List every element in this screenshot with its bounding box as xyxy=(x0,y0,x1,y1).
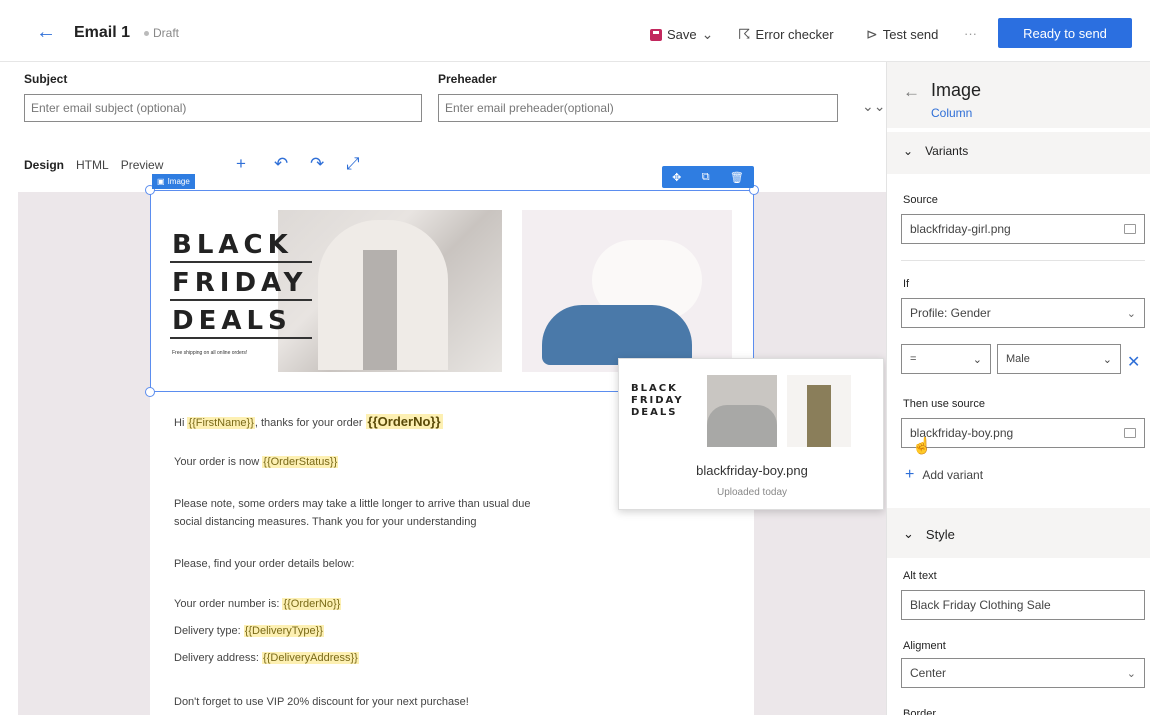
status-line: Your order is now {{OrderStatus}} xyxy=(174,456,339,468)
error-checker-icon: ☈ xyxy=(738,26,751,42)
test-send-button[interactable]: ⊳ Test send xyxy=(866,26,938,43)
note-line-1: Please note, some orders may take a litt… xyxy=(174,498,531,510)
subject-label: Subject xyxy=(24,72,68,86)
greeting-line: Hi {{FirstName}}, thanks for your order … xyxy=(174,414,443,429)
tab-html[interactable]: HTML xyxy=(76,158,109,172)
test-send-label: Test send xyxy=(882,27,939,42)
image-picker-popover[interactable]: BLACK FRIDAY DEALS blackfriday-boy.png U… xyxy=(618,358,884,510)
orderno-tag[interactable]: {{OrderNo}} xyxy=(365,414,443,429)
add-icon[interactable]: + xyxy=(236,154,246,174)
delivery-address-line: Delivery address: {{DeliveryAddress}} xyxy=(174,652,359,664)
editor-tabs: Design HTML Preview xyxy=(24,158,163,172)
tab-preview[interactable]: Preview xyxy=(121,158,164,172)
resize-handle[interactable] xyxy=(145,387,155,397)
operator-select[interactable]: = ⌄ xyxy=(901,344,991,374)
back-arrow-icon[interactable]: ← xyxy=(36,22,56,42)
preheader-input[interactable]: Enter email preheader(optional) xyxy=(438,94,838,122)
save-label: Save xyxy=(667,27,697,42)
details-line: Please, find your order details below: xyxy=(174,558,355,570)
alignment-label: Aligment xyxy=(903,640,946,652)
top-toolbar: ← Email 1 Draft Save ⌄ ☈ Error checker ⊳… xyxy=(0,0,1150,62)
deliveryaddress-tag[interactable]: {{DeliveryAddress}} xyxy=(262,652,359,664)
tab-design[interactable]: Design xyxy=(24,158,64,172)
orderstatus-tag[interactable]: {{OrderStatus}} xyxy=(262,456,339,468)
delivery-type-line: Delivery type: {{DeliveryType}} xyxy=(174,625,324,637)
source-input[interactable]: blackfriday-girl.png xyxy=(901,214,1145,244)
add-variant-button[interactable]: + Add variant xyxy=(905,466,983,484)
move-icon[interactable]: ✥ xyxy=(672,171,681,184)
collapse-chevron-icon[interactable]: ⌄⌄ xyxy=(862,98,885,115)
panel-title: Image xyxy=(931,80,982,100)
popover-thumbnail-boy xyxy=(707,375,777,447)
remove-condition-icon[interactable]: ✕ xyxy=(1127,352,1140,372)
duplicate-icon[interactable]: ⧉ xyxy=(702,171,710,184)
panel-subtitle[interactable]: Column xyxy=(931,106,972,120)
style-section-header[interactable]: ⌄ Style xyxy=(903,526,955,542)
error-checker-button[interactable]: ☈ Error checker xyxy=(738,26,834,43)
plus-icon: + xyxy=(905,466,915,483)
deliverytype-tag[interactable]: {{DeliveryType}} xyxy=(243,625,324,637)
popover-file-name: blackfriday-boy.png xyxy=(696,463,808,478)
more-button[interactable]: ··· xyxy=(964,26,977,41)
image-picker-icon[interactable] xyxy=(1124,428,1136,438)
chevron-down-icon: ⌄ xyxy=(1126,307,1136,320)
chevron-down-icon: ⌄ xyxy=(701,26,714,42)
chevron-down-icon: ⌄ xyxy=(1126,667,1136,680)
if-condition-select[interactable]: Profile: Gender ⌄ xyxy=(901,298,1145,328)
image-icon: ▣ xyxy=(157,177,165,186)
alt-text-input[interactable]: Black Friday Clothing Sale xyxy=(901,590,1145,620)
chevron-down-icon: ⌄ xyxy=(1102,353,1112,366)
discount-line: Don't forget to use VIP 20% discount for… xyxy=(174,696,469,708)
preheader-label: Preheader xyxy=(438,72,497,86)
if-label: If xyxy=(903,278,910,290)
popover-thumbnail-pants xyxy=(787,375,851,447)
chevron-down-icon: ⌄ xyxy=(972,353,982,366)
image-block-chip: ▣ Image xyxy=(152,174,195,189)
expand-icon[interactable]: ⤢ xyxy=(346,154,360,174)
error-checker-label: Error checker xyxy=(755,27,834,42)
delete-icon[interactable]: 🗑 xyxy=(730,171,744,184)
border-label: Border xyxy=(903,708,937,715)
gender-value-select[interactable]: Male ⌄ xyxy=(997,344,1121,374)
hand-cursor-icon: ☝ xyxy=(912,438,932,455)
save-button[interactable]: Save ⌄ xyxy=(650,26,713,43)
panel-back-icon[interactable]: ← xyxy=(903,82,920,102)
popover-thumbnail-text: BLACK FRIDAY DEALS xyxy=(631,383,684,418)
popover-uploaded: Uploaded today xyxy=(716,487,788,498)
email-title: Email 1 xyxy=(74,24,131,41)
source-label: Source xyxy=(903,194,938,206)
chevron-down-icon: ⌄ xyxy=(903,144,914,158)
note-line-2: social distancing measures. Thank you fo… xyxy=(174,516,477,528)
firstname-tag[interactable]: {{FirstName}} xyxy=(187,417,255,429)
then-use-source-label: Then use source xyxy=(903,398,985,410)
undo-icon[interactable]: ↶ xyxy=(274,154,288,174)
save-icon xyxy=(650,28,662,41)
subject-input[interactable]: Enter email subject (optional) xyxy=(24,94,422,122)
image-chip-label: Image xyxy=(167,177,190,186)
ready-to-send-button[interactable]: Ready to send xyxy=(998,18,1132,48)
redo-icon[interactable]: ↷ xyxy=(310,154,324,174)
orderno-tag[interactable]: {{OrderNo}} xyxy=(282,598,342,610)
block-actions: ✥ ⧉ 🗑 xyxy=(662,166,754,188)
alt-text-label: Alt text xyxy=(903,570,937,582)
then-source-input[interactable]: blackfriday-boy.png xyxy=(901,418,1145,448)
chevron-down-icon: ⌄ xyxy=(903,526,914,541)
properties-panel: ← Image Column ⌄ Variants Source blackfr… xyxy=(886,62,1150,715)
draft-status-dot xyxy=(144,31,149,36)
variants-section-header[interactable]: ⌄ Variants xyxy=(903,144,968,158)
send-icon: ⊳ xyxy=(866,26,878,42)
alignment-select[interactable]: Center ⌄ xyxy=(901,658,1145,688)
draft-status-label: Draft xyxy=(153,26,180,40)
image-picker-icon[interactable] xyxy=(1124,224,1136,234)
order-number-line: Your order number is: {{OrderNo}} xyxy=(174,598,342,610)
